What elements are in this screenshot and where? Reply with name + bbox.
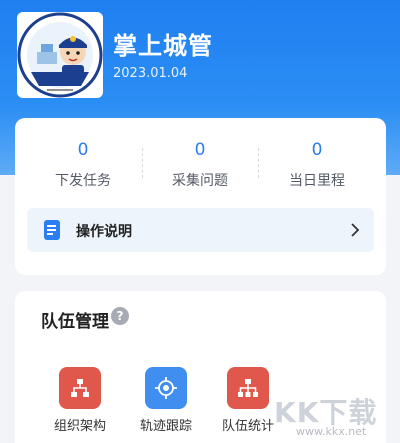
chevron-right-icon — [351, 223, 360, 237]
location-target-icon — [145, 367, 187, 409]
document-icon — [44, 220, 60, 240]
stat-issues-label: 采集问题 — [172, 173, 228, 189]
operation-guide-label: 操作说明 — [76, 224, 132, 240]
stat-tasks-label: 下发任务 — [55, 173, 111, 189]
stat-mileage-value: 0 — [311, 140, 323, 160]
current-date: 2023.01.04 — [113, 66, 188, 81]
tool-org-structure-label: 组织架构 — [53, 419, 106, 434]
tool-track-tracing[interactable]: 轨迹跟踪 — [130, 367, 202, 434]
stat-tasks-value: 0 — [77, 140, 89, 160]
stats-card: 0 下发任务 0 采集问题 0 当日里程 操作说明 — [15, 118, 386, 275]
watermark-url: www.kkx.net — [296, 425, 367, 438]
stat-issues-value: 0 — [194, 140, 206, 160]
org-chart-icon — [59, 367, 101, 409]
tool-track-tracing-label: 轨迹跟踪 — [139, 419, 192, 434]
help-icon[interactable]: ? — [111, 307, 129, 325]
stat-tasks[interactable]: 0 下发任务 — [25, 140, 141, 190]
operation-guide-button[interactable]: 操作说明 — [27, 208, 374, 252]
stat-issues[interactable]: 0 采集问题 — [142, 140, 258, 190]
stat-mileage[interactable]: 0 当日里程 — [259, 140, 375, 190]
stat-mileage-label: 当日里程 — [289, 173, 345, 189]
app-title: 掌上城管 — [113, 32, 213, 60]
logo-avatar — [17, 12, 103, 98]
watermark: KK下载 www.kkx.net — [274, 391, 394, 441]
team-management-title: 队伍管理 — [41, 312, 109, 332]
tool-org-structure[interactable]: 组织架构 — [44, 367, 116, 434]
hierarchy-icon — [227, 367, 269, 409]
police-mascot-logo-icon — [17, 12, 103, 98]
